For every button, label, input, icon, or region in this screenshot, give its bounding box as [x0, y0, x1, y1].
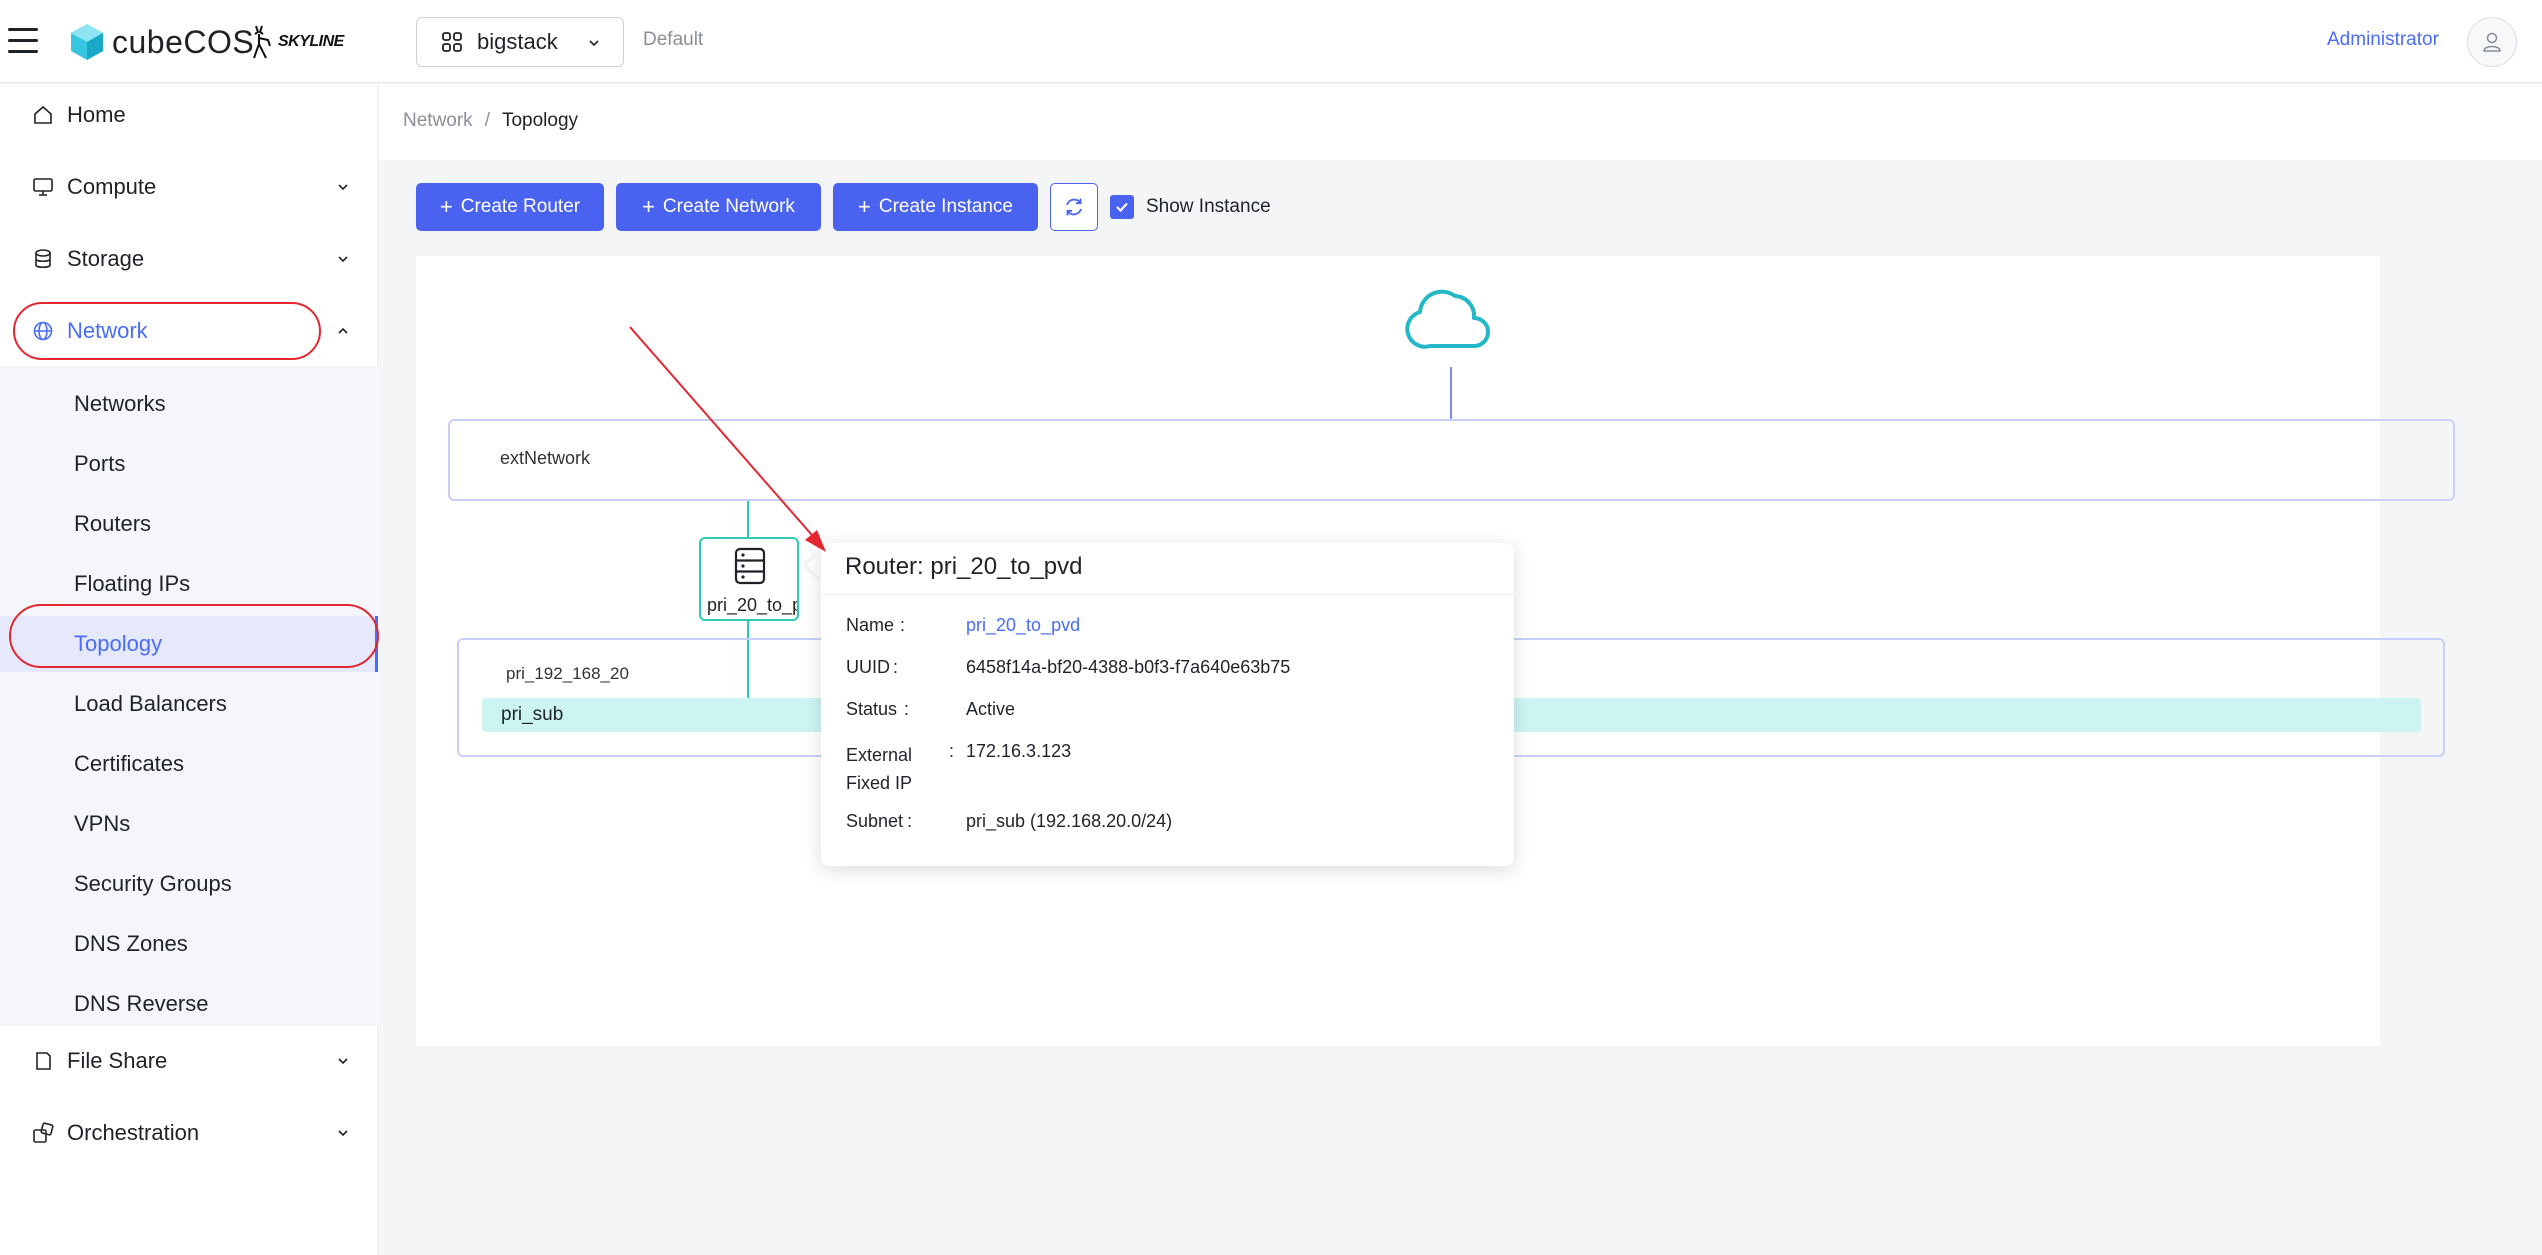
field-value-external-fixed-ip: 172.16.3.123 [966, 741, 1072, 761]
field-key-uuid: UUID [846, 657, 890, 677]
field-value-name[interactable]: pri_20_to_pvd [966, 615, 1080, 636]
field-colon: : [949, 741, 955, 761]
field-key-subnet: Subnet [846, 811, 904, 831]
field-value-subnet: pri_sub (192.168.20.0/24) [966, 811, 1173, 831]
field-key-external-fixed-ip: External Fixed IP [846, 745, 913, 793]
field-colon: : [900, 615, 906, 635]
cloud-icon [1405, 289, 1490, 349]
router-server-icon [734, 547, 766, 585]
field-colon: : [893, 657, 899, 677]
field-key-name: Name [846, 615, 895, 635]
subnet-label: pri_sub [501, 704, 564, 725]
field-key-status: Status [846, 699, 898, 719]
network-label: pri_192_168_20 [506, 664, 629, 683]
router-popover: Router: pri_20_to_pvd Name : pri_20_to_p… [821, 543, 1514, 866]
external-network-box[interactable] [448, 419, 2455, 501]
popover-title: Router: pri_20_to_pvd [845, 553, 1083, 580]
field-colon: : [907, 811, 913, 831]
field-colon: : [904, 699, 910, 719]
router-node[interactable]: pri_20_to_p [699, 537, 799, 621]
field-value-uuid: 6458f14a-bf20-4388-b0f3-f7a640e63b75 [966, 657, 1291, 677]
router-node-label: pri_20_to_p [707, 595, 799, 615]
external-network-label: extNetwork [500, 448, 591, 468]
popover-divider [821, 594, 1514, 595]
field-value-status: Active [966, 699, 1016, 719]
